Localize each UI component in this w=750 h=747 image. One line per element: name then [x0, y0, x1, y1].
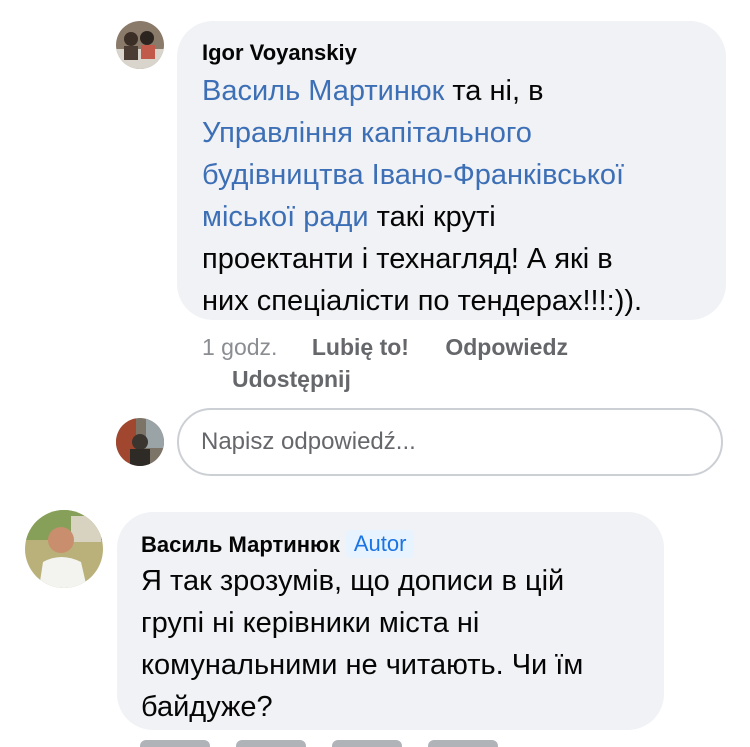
mention-vasyl[interactable]: Василь Мартинюк: [202, 75, 444, 107]
comment-author-vasyl: Василь Мартинюк Autor: [141, 530, 415, 558]
comment-meta-igor: 1 godz. Lubię to! Odpowiedz: [202, 334, 568, 361]
reply-button[interactable]: Odpowiedz: [445, 334, 568, 360]
mention-uprava-line3[interactable]: міської ради: [202, 201, 369, 233]
avatar-current-user-image: [116, 418, 164, 466]
comment-text-vasyl: Я так зрозумів, що дописи в цій групі ні…: [141, 565, 584, 723]
avatar-igor-image: [116, 21, 164, 69]
like-button[interactable]: Lubię to!: [312, 334, 409, 360]
comment-author-vasyl-name[interactable]: Василь Мартинюк: [141, 532, 340, 557]
comment-time[interactable]: 1 godz.: [202, 334, 277, 360]
comment-text-igor: Василь Мартинюк та ні, в Управління капі…: [202, 70, 722, 322]
comment-meta-vasyl-cut: [140, 718, 524, 747]
mention-uprava-line1[interactable]: Управління капітального: [202, 112, 722, 154]
cut-meta-4: [428, 740, 498, 747]
share-button[interactable]: Udostępnij: [232, 366, 351, 392]
cut-meta-3: [332, 740, 402, 747]
author-badge: Autor: [345, 530, 415, 558]
avatar-igor[interactable]: [116, 21, 164, 69]
cut-meta-1: [140, 740, 210, 747]
comment-meta-igor-line2: Udostępnij: [232, 366, 351, 393]
reply-input[interactable]: Napisz odpowiedź...: [177, 408, 723, 476]
comment-author-igor[interactable]: Igor Voyanskiy: [202, 40, 357, 66]
avatar-vasyl-image: [25, 510, 103, 588]
mention-uprava-line2[interactable]: будівництва Івано-Франківської: [202, 154, 722, 196]
cut-meta-2: [236, 740, 306, 747]
avatar-vasyl[interactable]: [25, 510, 103, 588]
avatar-current-user: [116, 418, 164, 466]
